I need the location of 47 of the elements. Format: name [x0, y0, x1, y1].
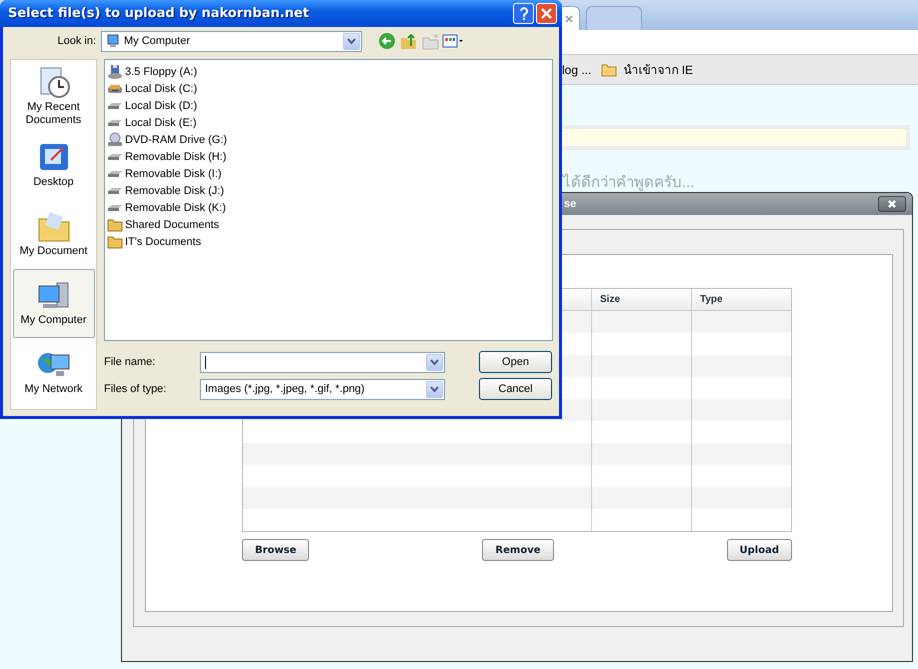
open-button[interactable]: Open: [479, 351, 552, 373]
file-list-item[interactable]: DVD-RAM Drive (G:): [125, 134, 228, 146]
close-icon: [887, 199, 897, 209]
file-list-item[interactable]: Local Disk (E:): [125, 116, 197, 128]
file-list-item[interactable]: Removable Disk (I:): [125, 168, 222, 180]
folder-icon: [601, 62, 618, 76]
close-icon: [541, 8, 552, 19]
places-item[interactable]: My Computer: [12, 269, 94, 338]
bookmark-link[interactable]: นำเข้าจาก IE: [623, 60, 694, 79]
file-list-item[interactable]: Local Disk (C:): [125, 82, 198, 94]
close-icon[interactable]: [565, 14, 573, 22]
column-header: Size: [592, 289, 692, 310]
folder-icon: [107, 216, 123, 232]
places-item[interactable]: My Network: [12, 338, 94, 407]
folder-icon: [107, 234, 123, 250]
file-type-dropdown[interactable]: Images (*.jpg, *.jpeg, *.gif, *.png): [200, 378, 445, 400]
help-button[interactable]: [513, 2, 534, 24]
file-list-item[interactable]: 3.5 Floppy (A:): [125, 66, 198, 78]
folder-icon: [36, 211, 70, 243]
window-title: se: [564, 198, 576, 210]
dialog-title: Select file(s) to upload by nakornban.net: [8, 6, 309, 21]
computer-icon: [106, 34, 120, 48]
close-button[interactable]: [878, 196, 906, 212]
file-list-item[interactable]: Shared Documents: [125, 218, 220, 230]
action-button[interactable]: Browse: [242, 539, 310, 561]
file-name-label: File name:: [104, 356, 156, 368]
cancel-button[interactable]: Cancel: [479, 378, 552, 400]
places-item[interactable]: My Document: [12, 200, 94, 269]
places-item[interactable]: My Recent Documents: [12, 62, 94, 131]
file-name-field[interactable]: [200, 352, 445, 372]
file-list-item[interactable]: Local Disk (D:): [125, 100, 198, 112]
column-header: Type: [699, 293, 724, 307]
file-list-item[interactable]: Removable Disk (K:): [125, 202, 226, 214]
file-list-item[interactable]: Removable Disk (H:): [125, 150, 226, 162]
places-item[interactable]: Desktop: [12, 131, 94, 200]
file-list-item[interactable]: IT's Documents: [125, 236, 202, 248]
dvd-drive-icon: [107, 132, 123, 148]
file-list-item[interactable]: Removable Disk (J:): [125, 184, 224, 196]
floppy-icon: [107, 64, 123, 80]
action-button[interactable]: Upload: [726, 539, 792, 561]
page-text: ได้ดีกว่าคำพูดครับ...: [563, 172, 696, 193]
file-type-label: Files of type:: [104, 383, 168, 395]
look-in-label: Look in:: [56, 35, 97, 48]
action-button[interactable]: Remove: [482, 539, 554, 561]
bookmark-link[interactable]: log ...: [562, 62, 592, 76]
look-in-dropdown[interactable]: My Computer: [101, 30, 362, 52]
help-icon: [518, 6, 528, 20]
